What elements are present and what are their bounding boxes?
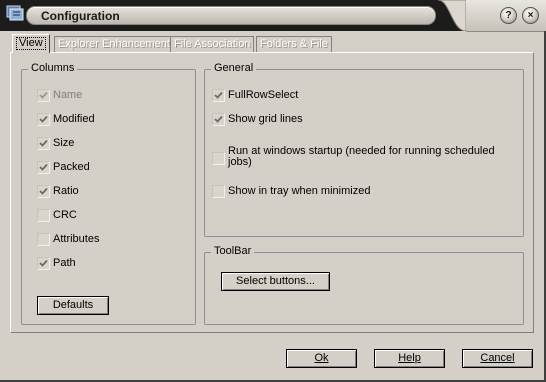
help-caption-button[interactable]: ? [500, 7, 517, 24]
checkbox-box[interactable] [37, 89, 50, 102]
checkbox-box[interactable] [212, 152, 225, 165]
checkbox-label: CRC [53, 209, 77, 221]
tab-folders-label: Folders & File [260, 38, 328, 50]
title-bar[interactable]: Configuration ? × [0, 0, 546, 32]
checkbox-label: Path [53, 257, 76, 269]
checkbox-box[interactable] [37, 233, 50, 246]
cancel-button-label: Cancel [480, 352, 515, 364]
close-caption-button[interactable]: × [522, 7, 539, 24]
checkbox-label: Size [53, 137, 75, 149]
checkbox-label: Attributes [53, 233, 100, 245]
window-title: Configuration [41, 9, 120, 23]
general-group-title: General [211, 62, 257, 74]
checkbox-box[interactable] [37, 209, 50, 222]
checkbox-box[interactable] [212, 113, 225, 126]
checkbox-box[interactable] [37, 161, 50, 174]
defaults-button[interactable]: Defaults [37, 296, 109, 315]
titlebar-curve [436, 0, 466, 31]
checkbox-box[interactable] [37, 185, 50, 198]
title-pill: Configuration [26, 6, 436, 25]
tab-view[interactable]: View [12, 34, 50, 53]
tab-view-label: View [16, 37, 46, 50]
ok-button[interactable]: Ok [286, 349, 357, 368]
select-buttons-button[interactable]: Select buttons... [221, 272, 330, 291]
checkbox-label: Run at windows startup (needed for runni… [228, 145, 495, 168]
question-icon: ? [505, 10, 512, 21]
checkbox-label: Ratio [53, 185, 79, 197]
tab-assoc-label: File Association [174, 38, 251, 50]
checkbox-box[interactable] [37, 257, 50, 270]
tab-explorer-label: Explorer Enhancement [58, 38, 170, 50]
toolbar-group-title: ToolBar [211, 245, 255, 257]
checkbox-label: Packed [53, 161, 90, 173]
app-icon [6, 5, 24, 21]
help-button[interactable]: Help [374, 349, 445, 368]
help-button-label: Help [398, 352, 421, 364]
checkbox-box[interactable] [37, 137, 50, 150]
checkbox-label: Modified [53, 113, 95, 125]
tab-file-association[interactable]: File Association [170, 36, 255, 52]
configuration-dialog: Configuration ? × View Explorer Enhancem… [0, 0, 546, 382]
close-icon: × [527, 10, 534, 21]
cancel-button[interactable]: Cancel [462, 349, 533, 368]
ok-button-label: Ok [314, 352, 329, 364]
checkbox-label: FullRowSelect [228, 89, 299, 101]
checkbox-box[interactable] [37, 113, 50, 126]
tab-explorer-enhancement[interactable]: Explorer Enhancement [54, 36, 174, 52]
tab-folders-file[interactable]: Folders & File [256, 36, 332, 52]
columns-group-title: Columns [28, 62, 78, 74]
checkbox-label: Name [53, 89, 83, 101]
checkbox-label: Show grid lines [228, 113, 303, 125]
checkbox-label: Show in tray when minimized [228, 185, 371, 197]
checkbox-box[interactable] [212, 185, 225, 198]
checkbox-box[interactable] [212, 89, 225, 102]
